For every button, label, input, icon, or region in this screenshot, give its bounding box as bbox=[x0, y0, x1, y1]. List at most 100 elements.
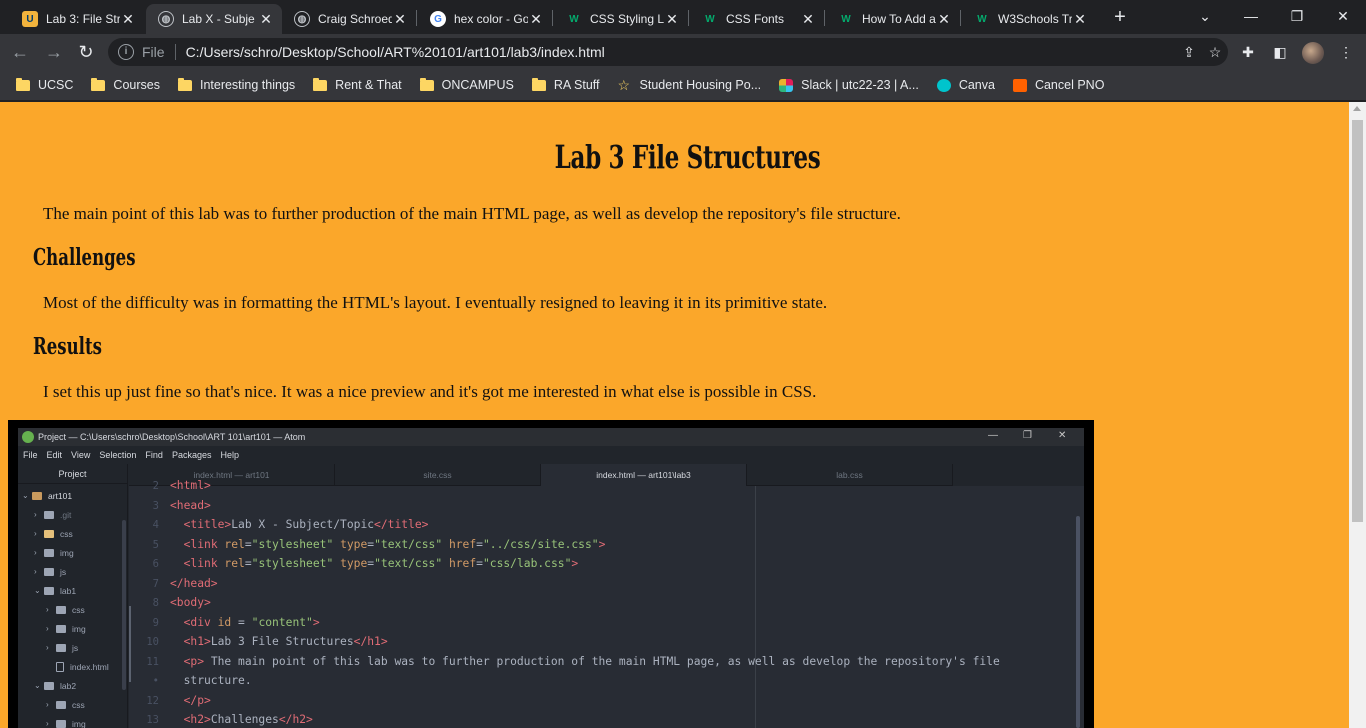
browser-tab[interactable]: W CSS Styling Li ✕ bbox=[554, 4, 688, 34]
bookmark-item[interactable]: Interesting things bbox=[177, 77, 295, 92]
chevron-down-icon: ⌄ bbox=[22, 491, 29, 500]
tab-separator bbox=[688, 10, 689, 26]
close-tab-icon[interactable]: ✕ bbox=[528, 11, 544, 28]
code-line: <head> bbox=[170, 499, 211, 512]
bookmark-item[interactable]: Cancel PNO bbox=[1012, 78, 1105, 92]
bookmark-label: Cancel PNO bbox=[1034, 78, 1105, 92]
back-icon[interactable]: ← bbox=[8, 40, 32, 64]
atom-restore-icon: ❐ bbox=[1023, 430, 1032, 441]
tab-search-icon[interactable]: ⌄ bbox=[1182, 4, 1228, 30]
url-text[interactable]: C:/Users/schro/Desktop/School/ART%20101/… bbox=[186, 44, 1176, 60]
code-line: </p> bbox=[170, 694, 211, 707]
code-token: = bbox=[476, 537, 483, 551]
folder-icon bbox=[56, 700, 66, 709]
browser-tab[interactable]: W How To Add a ✕ bbox=[826, 4, 960, 34]
tree-scrollbar bbox=[122, 520, 126, 690]
bookmark-item[interactable]: Courses bbox=[91, 77, 160, 92]
tab-title: Lab X - Subje bbox=[182, 12, 255, 26]
folder-icon bbox=[313, 77, 328, 91]
folder-icon bbox=[44, 529, 54, 538]
bookmark-star-icon[interactable]: ☆ bbox=[1202, 44, 1228, 61]
browser-tab[interactable]: W W3Schools Tr ✕ bbox=[962, 4, 1096, 34]
code-token: <div bbox=[183, 615, 218, 629]
code-token: id bbox=[217, 615, 232, 629]
side-panel-icon[interactable]: ◧ bbox=[1270, 42, 1290, 62]
menu-icon[interactable]: ⋮ bbox=[1336, 42, 1356, 62]
wrap-guide bbox=[755, 486, 756, 728]
tab-title: How To Add a bbox=[862, 12, 936, 26]
challenges-heading: Challenges bbox=[33, 244, 136, 271]
bookmark-item[interactable]: Rent & That bbox=[313, 77, 402, 92]
code-token: "css/lab.css" bbox=[482, 557, 572, 570]
scrollbar-thumb[interactable] bbox=[1352, 120, 1363, 522]
bookmark-item[interactable]: Canva bbox=[936, 78, 995, 92]
browser-tab[interactable]: ◍ Craig Schroed ✕ bbox=[282, 4, 416, 34]
info-icon[interactable]: i bbox=[118, 44, 134, 60]
tree-item: › css bbox=[46, 600, 85, 619]
browser-tab[interactable]: Ghex color - Go ✕ bbox=[418, 4, 552, 34]
line-number: 11 bbox=[146, 655, 159, 668]
chevron-down-icon: ⌄ bbox=[34, 681, 41, 690]
address-bar[interactable]: i File C:/Users/schro/Desktop/School/ART… bbox=[108, 38, 1228, 66]
bookmark-label: Courses bbox=[113, 78, 160, 92]
new-tab-button[interactable]: + bbox=[1108, 6, 1132, 30]
page-scrollbar[interactable] bbox=[1349, 102, 1366, 728]
close-window-button[interactable]: ✕ bbox=[1320, 4, 1366, 30]
code-token: "stylesheet" bbox=[251, 557, 334, 570]
browser-tab[interactable]: W CSS Fonts ✕ bbox=[690, 4, 824, 34]
line-number: 3 bbox=[152, 499, 159, 512]
atom-minimize-icon: — bbox=[988, 430, 998, 441]
page-title: Lab 3 File Structures bbox=[554, 138, 821, 176]
minimize-button[interactable]: — bbox=[1228, 4, 1274, 30]
code-token: type bbox=[340, 557, 368, 570]
tree-item-label: art101 bbox=[48, 490, 73, 501]
code-token: > bbox=[312, 615, 320, 629]
chevron-down-icon: ⌄ bbox=[34, 586, 41, 595]
close-tab-icon[interactable]: ✕ bbox=[258, 11, 274, 28]
tree-item-label: index.html bbox=[70, 661, 109, 672]
file-icon bbox=[56, 661, 64, 672]
atom-menu-item: View bbox=[71, 450, 91, 460]
w3schools-icon: W bbox=[977, 13, 987, 25]
folder-icon bbox=[531, 77, 546, 91]
reload-icon[interactable]: ↻ bbox=[74, 40, 98, 64]
star-icon: ☆ bbox=[617, 76, 631, 93]
w3schools-icon: W bbox=[569, 13, 579, 25]
line-number: 2 bbox=[152, 480, 159, 492]
close-tab-icon[interactable]: ✕ bbox=[800, 11, 816, 28]
bookmark-item[interactable]: UCSC bbox=[16, 77, 73, 92]
bookmark-item[interactable]: RA Stuff bbox=[531, 77, 600, 92]
tree-item: › css bbox=[34, 524, 73, 543]
forward-icon[interactable]: → bbox=[42, 40, 66, 64]
tab-separator bbox=[824, 10, 825, 26]
restore-button[interactable]: ❐ bbox=[1274, 4, 1320, 30]
share-icon[interactable]: ⇪ bbox=[1176, 44, 1202, 61]
bookmark-label: Slack | utc22-23 | A... bbox=[801, 78, 919, 92]
close-tab-icon[interactable]: ✕ bbox=[1072, 11, 1088, 28]
page-content: Lab 3 File Structures The main point of … bbox=[0, 102, 1349, 728]
code-token: "../css/site.css" bbox=[482, 537, 599, 551]
atom-title-bar: Project — C:\Users\schro\Desktop\School\… bbox=[18, 428, 1084, 446]
tree-item: › js bbox=[34, 562, 66, 581]
profile-avatar[interactable] bbox=[1302, 42, 1324, 64]
bookmark-item[interactable]: Slack | utc22-23 | A... bbox=[779, 78, 919, 92]
close-tab-icon[interactable]: ✕ bbox=[664, 11, 680, 28]
tree-item-label: js bbox=[72, 642, 79, 653]
browser-tab[interactable]: U Lab 3: File Stru ✕ bbox=[10, 4, 144, 34]
bookmark-item[interactable]: ☆ Student Housing Po... bbox=[617, 76, 762, 93]
tree-item: ⌄ lab2 bbox=[34, 676, 76, 695]
tree-item-label: lab2 bbox=[60, 680, 77, 691]
scroll-up-arrow-icon[interactable] bbox=[1353, 106, 1361, 111]
close-tab-icon[interactable]: ✕ bbox=[120, 11, 136, 28]
code-token: = bbox=[244, 537, 252, 551]
atom-tab: lab.css bbox=[747, 464, 953, 486]
folder-icon bbox=[56, 605, 66, 614]
close-tab-icon[interactable]: ✕ bbox=[936, 11, 952, 28]
bookmark-item[interactable]: ONCAMPUS bbox=[419, 77, 514, 92]
folder-icon bbox=[44, 510, 54, 519]
code-line: <title>Lab X - Subject/Topic</title> bbox=[170, 518, 429, 531]
close-tab-icon[interactable]: ✕ bbox=[392, 11, 408, 28]
browser-tab[interactable]: ◍ Lab X - Subje ✕ bbox=[146, 4, 282, 34]
extensions-icon[interactable]: ✚ bbox=[1238, 42, 1258, 62]
code-token: </h1> bbox=[353, 635, 388, 648]
